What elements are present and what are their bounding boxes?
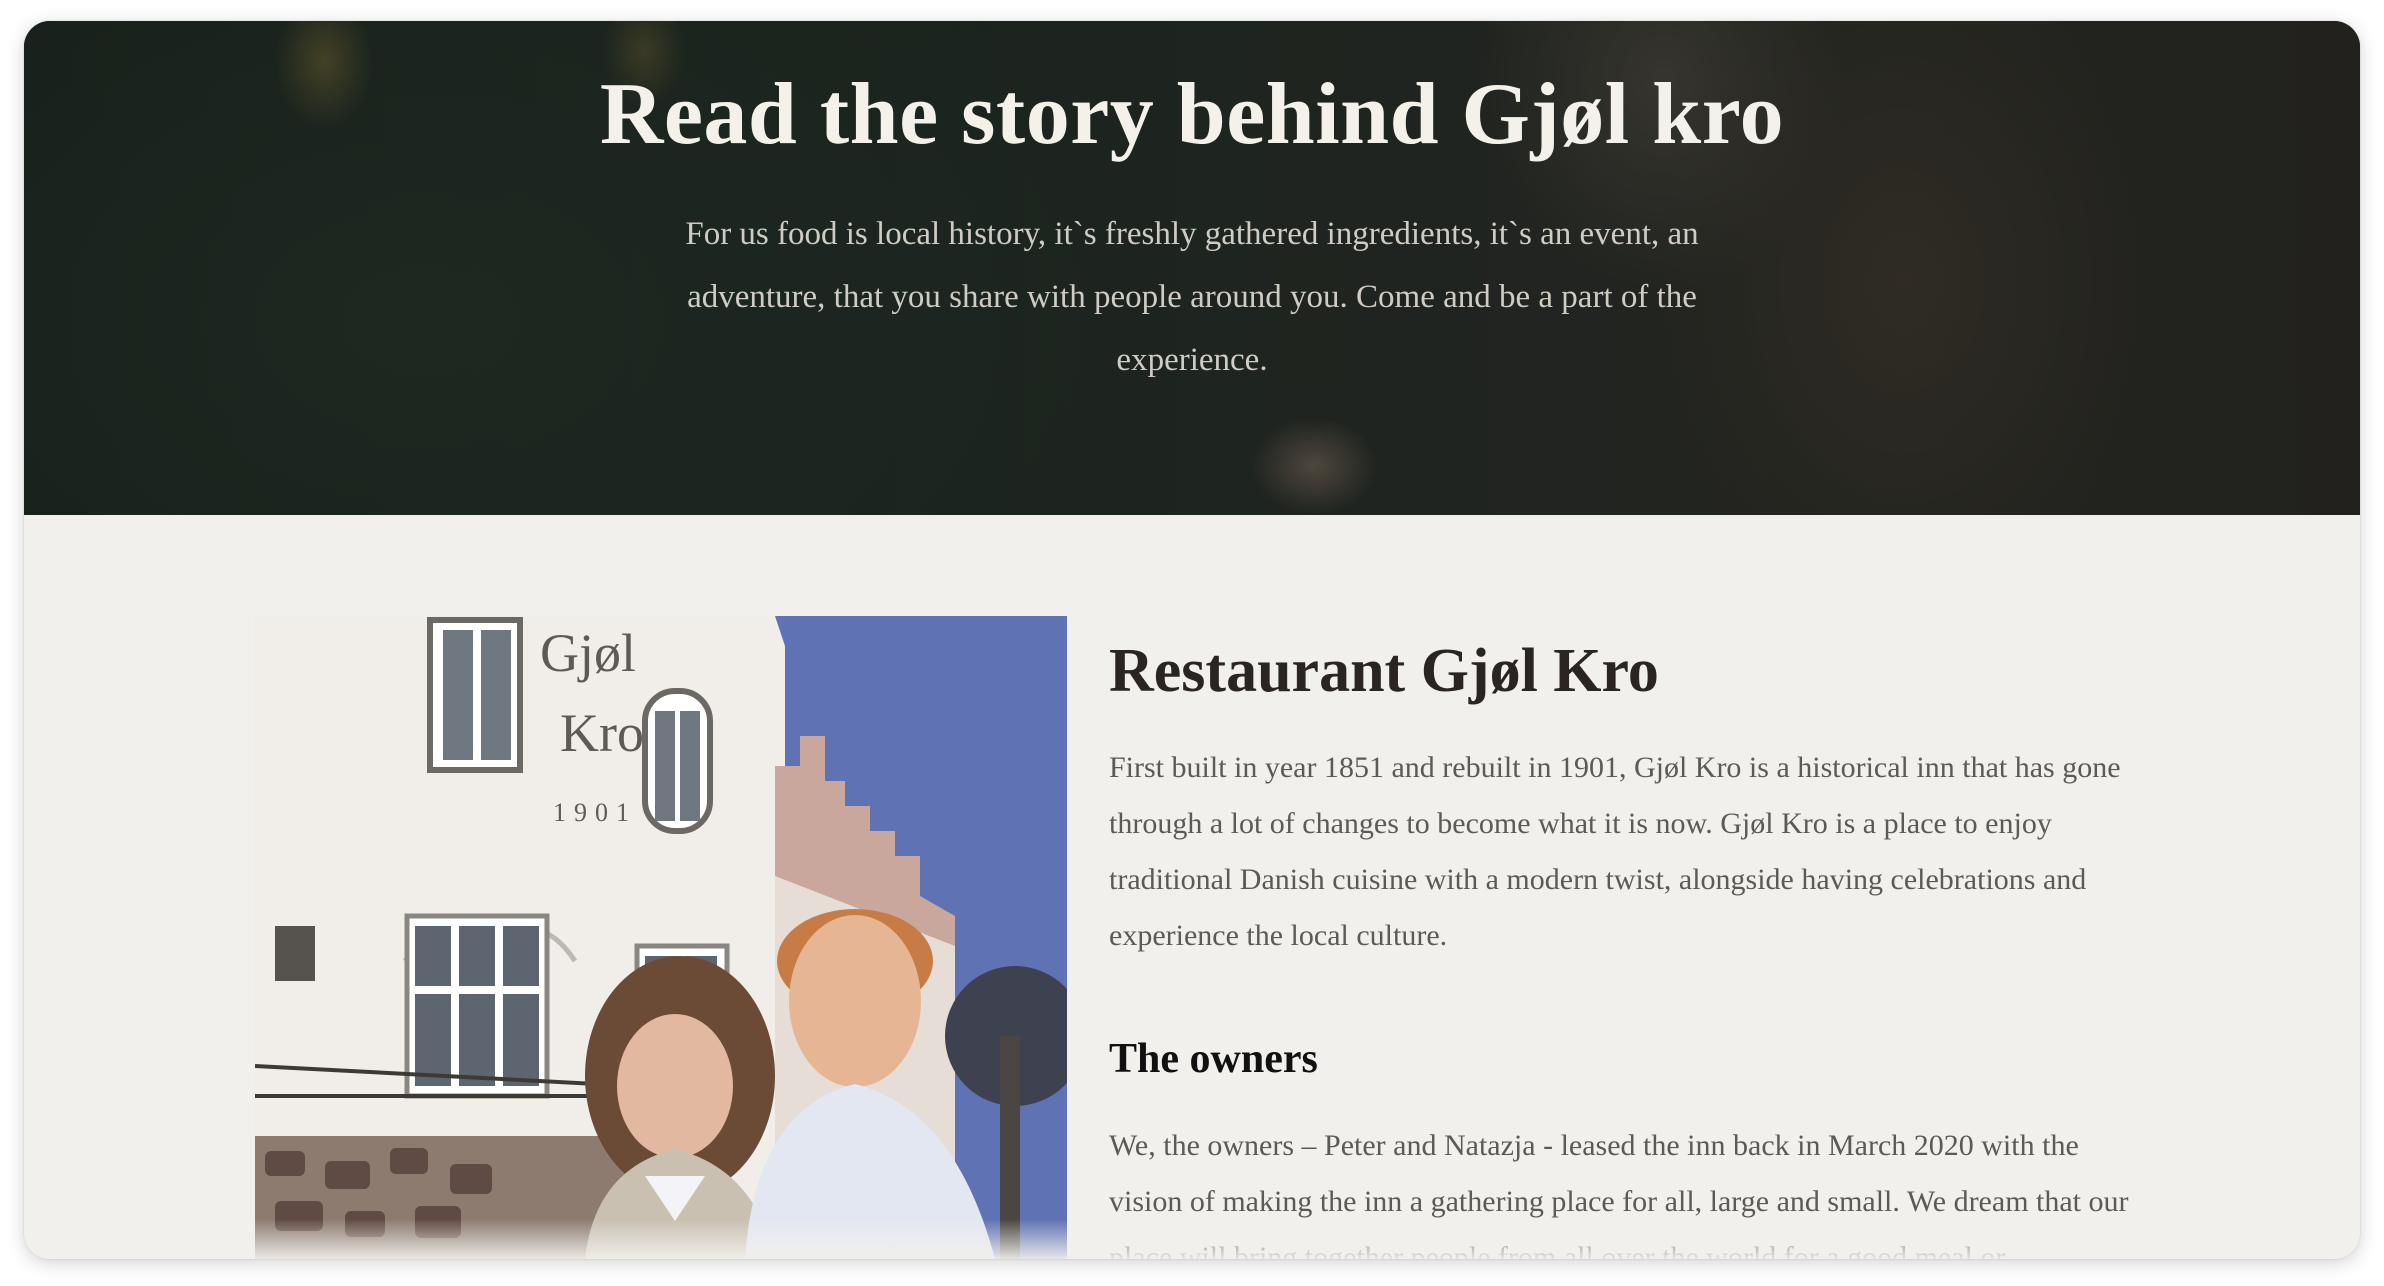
owners-heading: The owners	[1109, 1036, 1318, 1083]
inn-sign-line2: Kro	[560, 703, 644, 763]
inn-sign-line1: Gjøl	[540, 623, 636, 683]
browser-viewport: Read the story behind Gjøl kro For us fo…	[24, 21, 2360, 1259]
restaurant-history-paragraph: First built in year 1851 and rebuilt in …	[1109, 751, 2121, 953]
owners-paragraph: We, the owners – Peter and Natazja - lea…	[1109, 1129, 2129, 1259]
story-text-column: Restaurant Gjøl Kro First built in year …	[1109, 637, 2149, 1259]
hero-banner: Read the story behind Gjøl kro For us fo…	[24, 21, 2360, 515]
inn-building-photo: Gjøl Kro 1901	[255, 616, 1067, 1259]
restaurant-heading: Restaurant Gjøl Kro	[1109, 637, 1659, 705]
inn-sign-year: 1901	[553, 798, 637, 827]
hero-text: For us food is local history, it`s fresh…	[685, 216, 1699, 378]
about-section: Gjøl Kro 1901 Restaurant Gjøl Kro First …	[24, 515, 2360, 1259]
hero-title: Read the story behind Gjøl kro	[599, 66, 1785, 163]
